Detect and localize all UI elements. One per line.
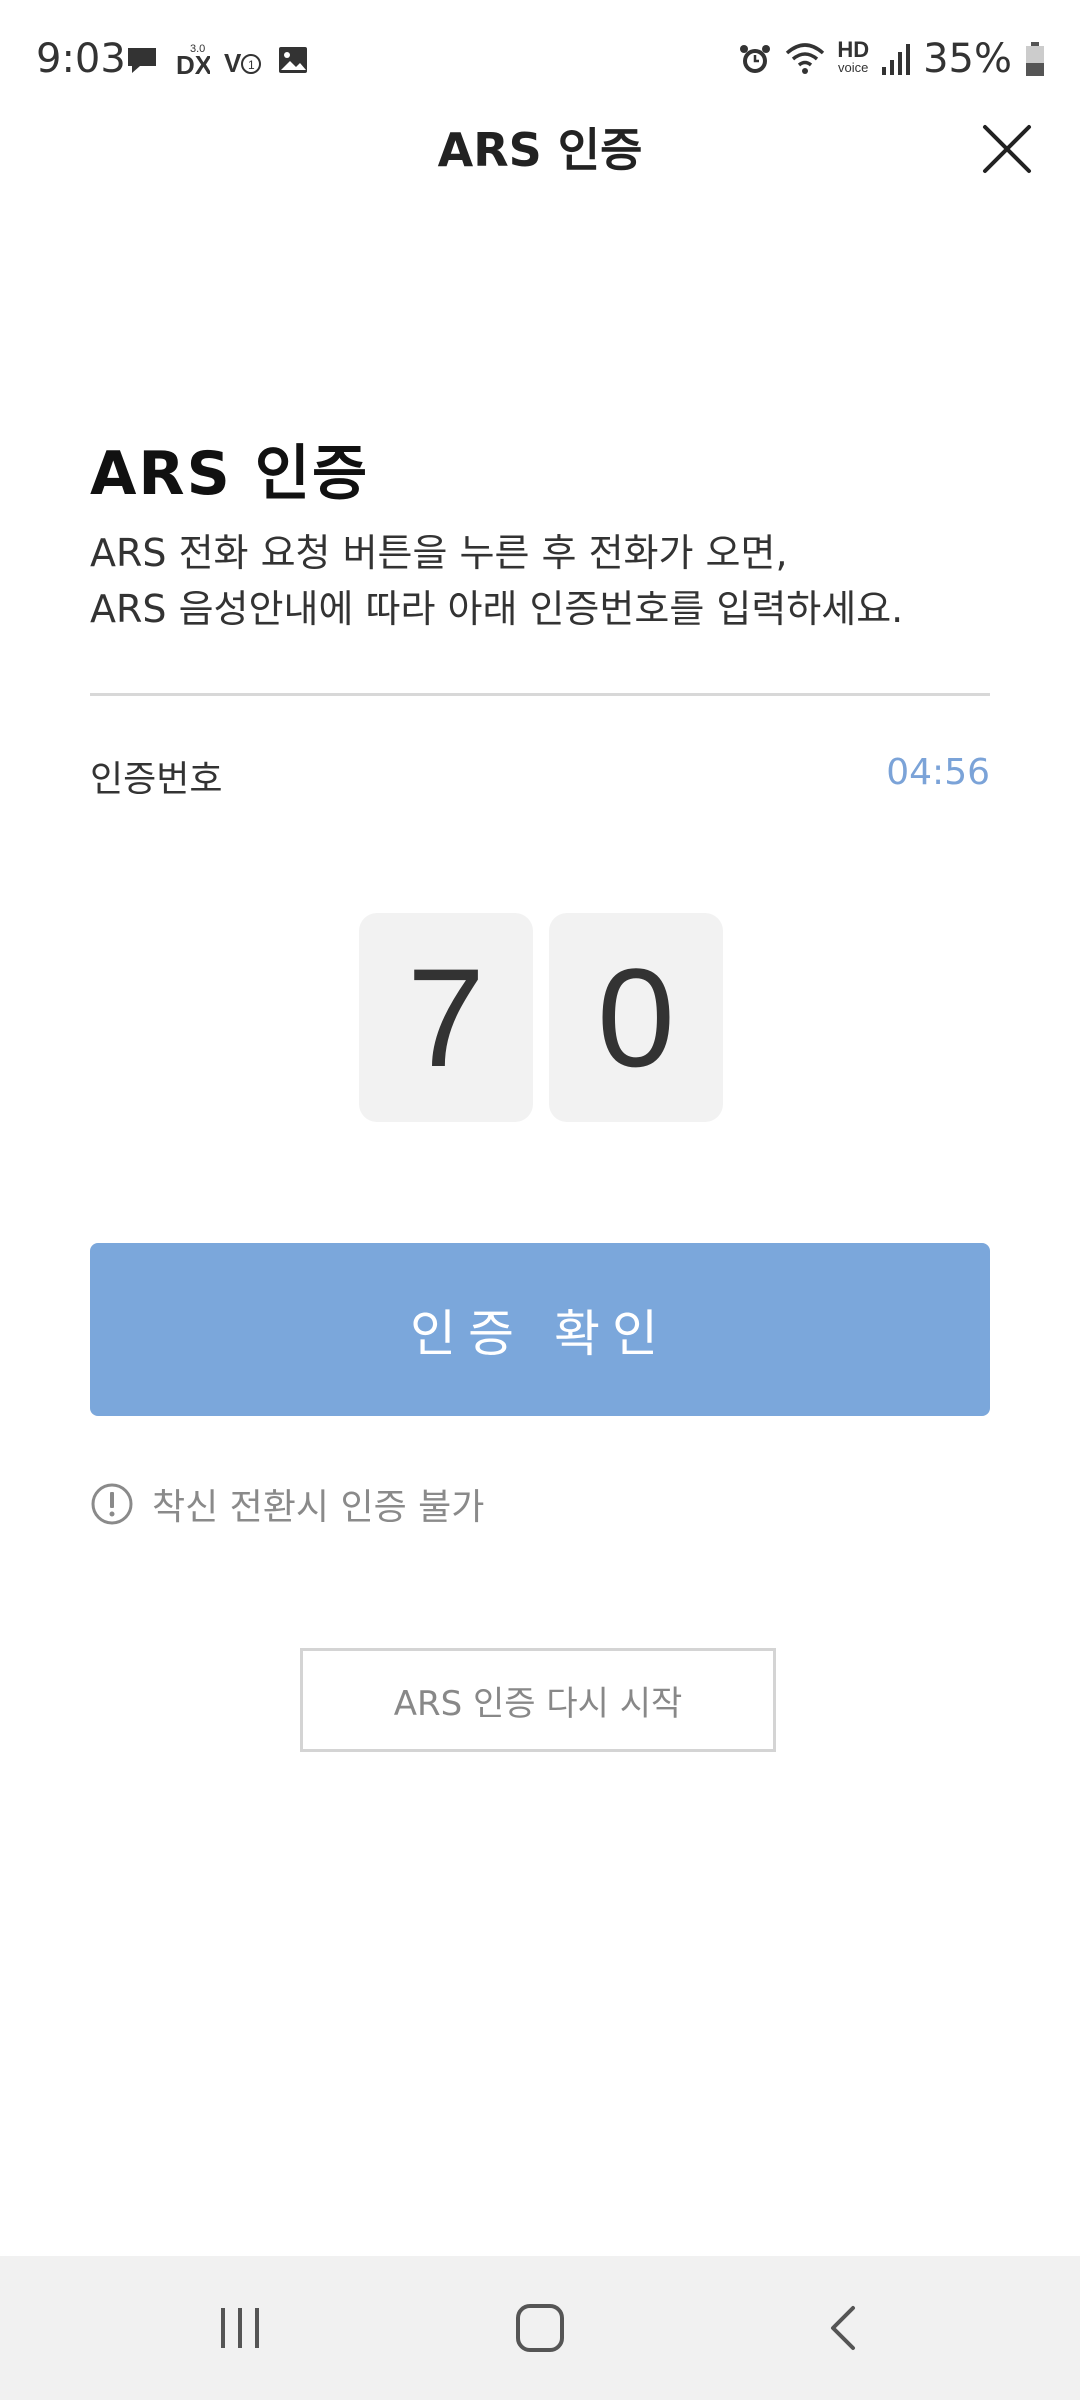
wifi-icon — [786, 43, 825, 74]
code-label: 인증번호 — [90, 759, 223, 800]
close-button[interactable] — [972, 114, 1042, 184]
instruction-line-2: ARS 음성안내에 따라 아래 인증번호를 입력하세요. — [90, 587, 904, 631]
section-title: ARS 인증 — [90, 439, 370, 509]
instruction-text: ARS 전화 요청 버튼을 누른 후 전화가 오면, ARS 음성안내에 따라 … — [90, 525, 1010, 637]
hd-voice-icon: HD voice — [837, 39, 869, 77]
app-header: ARS 인증 — [0, 100, 1080, 190]
code-display: 7 0 — [359, 913, 723, 1122]
notification-icons: DX 3.0 V 1 — [124, 40, 310, 80]
message-icon — [128, 48, 156, 73]
restart-ars-button[interactable]: ARS 인증 다시 시작 — [300, 1648, 776, 1752]
hd-voice-sublabel: voice — [838, 60, 869, 75]
svg-text:V: V — [224, 48, 242, 78]
home-button[interactable] — [500, 2296, 580, 2360]
svg-text:3.0: 3.0 — [190, 43, 205, 55]
signal-icon — [882, 44, 911, 75]
screen: 9:03 DX 3.0 V 1 HD voice 35% ARS 인증 ARS … — [0, 0, 1080, 2400]
battery-percent: 35% — [923, 36, 1012, 82]
dex-icon: DX 3.0 — [176, 43, 210, 80]
page-title: ARS 인증 — [437, 123, 643, 177]
code-digit-2: 0 — [549, 913, 723, 1122]
back-button[interactable] — [804, 2296, 884, 2360]
forwarding-notice: 착신 전환시 인증 불가 — [90, 1478, 484, 1530]
volte-icon: V 1 — [224, 48, 261, 78]
battery-icon — [1026, 42, 1044, 76]
home-icon — [516, 2304, 564, 2352]
system-status: HD voice 35% — [737, 36, 1046, 82]
navigation-bar — [0, 2256, 1080, 2400]
status-time: 9:03 — [36, 36, 126, 82]
code-digit-1: 7 — [359, 913, 533, 1122]
countdown-timer: 04:56 — [886, 752, 990, 793]
recent-apps-button[interactable] — [200, 2296, 280, 2360]
recent-apps-icon — [221, 2308, 259, 2348]
divider — [90, 693, 990, 696]
confirm-button[interactable]: 인증 확인 — [90, 1243, 990, 1416]
exclamation-circle-icon — [91, 1483, 133, 1525]
image-icon — [279, 47, 307, 73]
instruction-line-1: ARS 전화 요청 버튼을 누른 후 전화가 오면, — [90, 531, 788, 575]
alarm-icon — [740, 45, 771, 73]
svg-text:1: 1 — [248, 58, 255, 72]
back-icon — [831, 2306, 855, 2350]
notice-text: 착신 전환시 인증 불가 — [152, 1487, 485, 1528]
close-icon — [983, 125, 1031, 173]
